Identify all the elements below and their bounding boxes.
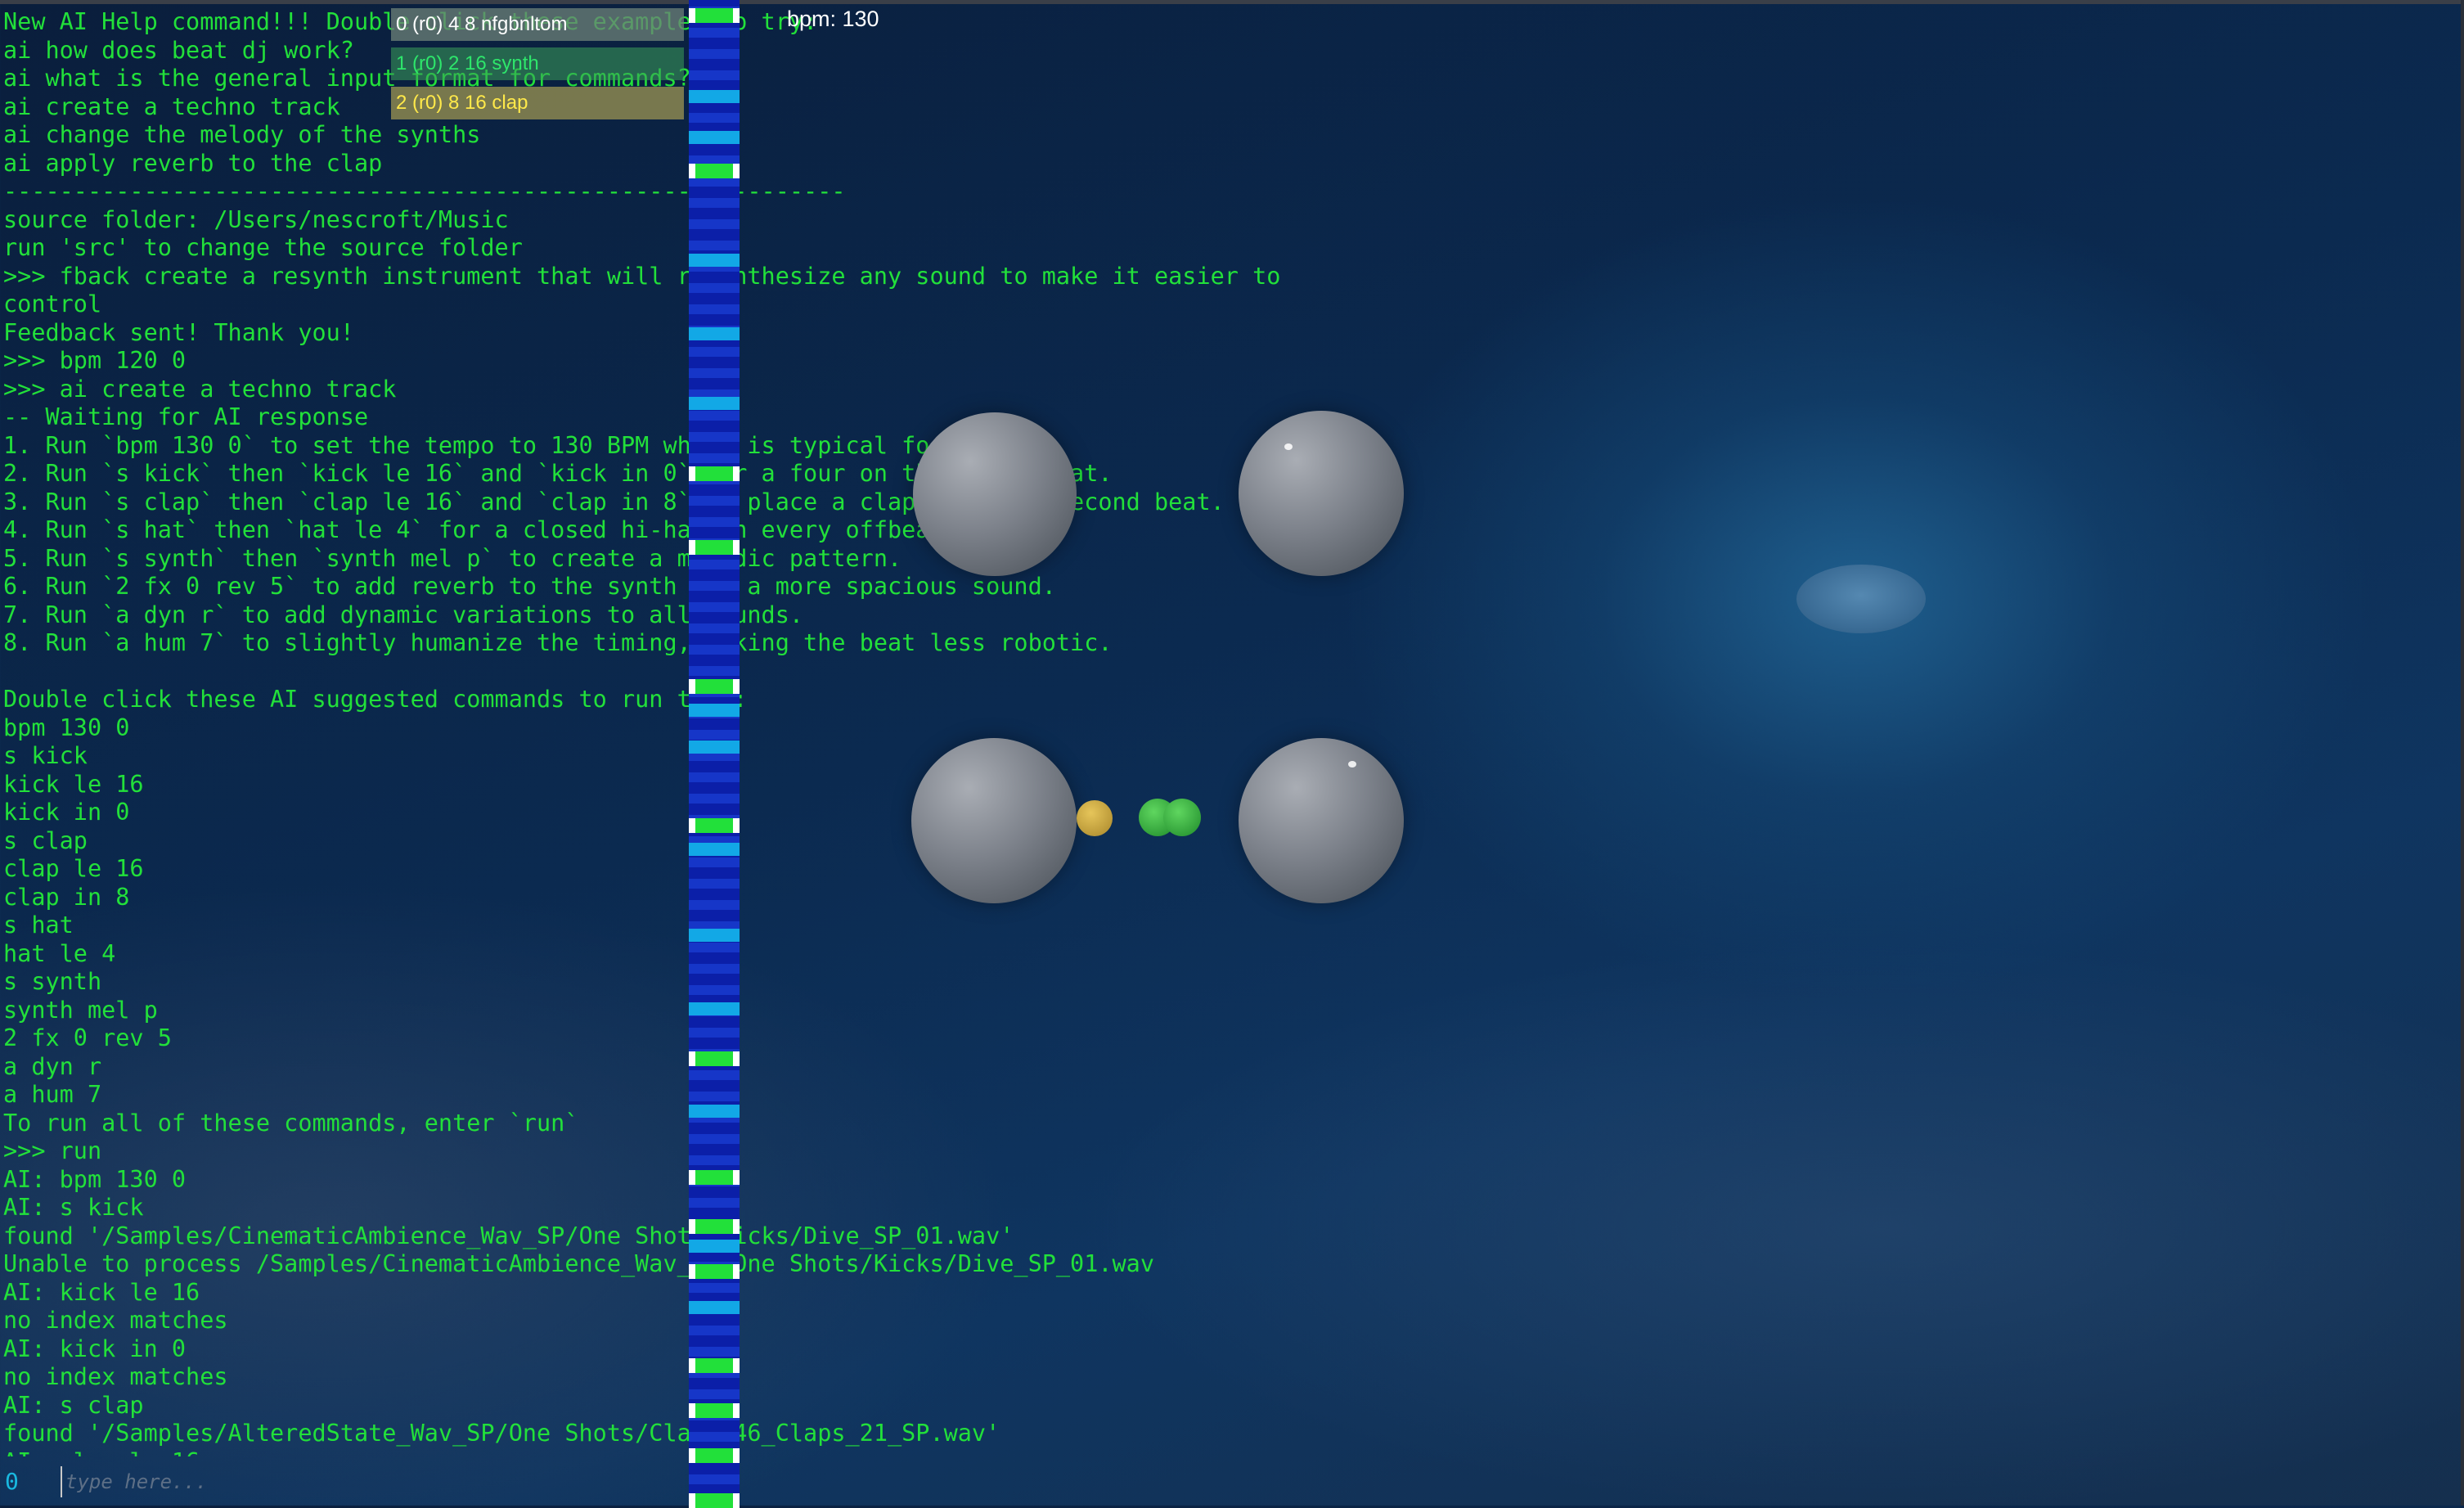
meter-segment (689, 1028, 740, 1038)
yellow-orb (1077, 800, 1113, 836)
meter-segment (689, 1389, 740, 1399)
meter-segment (689, 704, 740, 717)
meter-segment (689, 1219, 740, 1234)
command-input[interactable] (61, 1466, 722, 1497)
meter-segment (689, 900, 740, 910)
meter-segment (689, 540, 740, 555)
meter-segment (689, 623, 740, 633)
meter-segment (689, 679, 740, 694)
meter-segment (689, 1358, 740, 1373)
meter-segment (689, 929, 740, 942)
meter-segment (689, 1301, 740, 1314)
meter-segment (689, 1403, 740, 1418)
meter-segment (689, 1198, 740, 1208)
meter-segment (689, 49, 740, 59)
meter-segment (689, 1170, 740, 1185)
meter-segment (689, 8, 740, 23)
track-item-1[interactable]: 1 (r0) 2 16 synth (391, 47, 684, 80)
green-orb-right (1163, 799, 1201, 836)
track-list: 0 (r0) 4 8 nfgbnltom 1 (r0) 2 16 synth 2… (391, 8, 684, 126)
meter-segment (689, 985, 740, 995)
meter-segment (689, 397, 740, 410)
meter-segment (689, 1326, 740, 1335)
meter-segment (689, 241, 740, 250)
meter-segment (689, 666, 740, 676)
meter-segment (689, 432, 740, 442)
meter-segment (689, 879, 740, 889)
track-item-0[interactable]: 0 (r0) 4 8 nfgbnltom (391, 8, 684, 41)
meter-segment (689, 560, 740, 569)
meter-segment (689, 1134, 740, 1144)
beat-meter (689, 0, 740, 1508)
meter-segment (689, 113, 740, 123)
meter-segment (689, 730, 740, 740)
meter-segment (689, 131, 740, 144)
meter-segment (689, 28, 740, 38)
meter-segment (689, 772, 740, 782)
meter-segment (689, 1070, 740, 1080)
meter-segment (689, 453, 740, 463)
track-item-2[interactable]: 2 (r0) 8 16 clap (391, 87, 684, 119)
meter-segment (689, 90, 740, 103)
command-bar: 0 (0, 1456, 2464, 1506)
meter-segment (689, 347, 740, 357)
meter-segment (689, 164, 740, 178)
line-number: 0 (5, 1468, 19, 1495)
meter-segment (689, 327, 740, 340)
meter-segment (689, 964, 740, 974)
meter-segment (689, 1092, 740, 1101)
meter-segment (689, 466, 740, 481)
meter-segment (689, 70, 740, 80)
meter-segment (689, 843, 740, 856)
meter-segment (689, 1002, 740, 1015)
meter-segment (689, 645, 740, 655)
sphere-bottom-right (1239, 738, 1404, 903)
window-top-border (0, 0, 2464, 4)
meter-segment (689, 1155, 740, 1165)
meter-segment (689, 1105, 740, 1118)
meter-segment (689, 496, 740, 506)
meter-segment (689, 1432, 740, 1442)
meter-segment (689, 1283, 740, 1293)
meter-segment (689, 517, 740, 527)
sphere-bottom-left (911, 738, 1077, 903)
meter-segment (689, 304, 740, 314)
meter-segment (689, 1240, 740, 1253)
window-right-border (2461, 0, 2464, 1506)
meter-segment (689, 1264, 740, 1279)
meter-segment (689, 943, 740, 952)
meter-segment (689, 219, 740, 229)
meter-segment (689, 602, 740, 612)
meter-segment (689, 411, 740, 421)
bpm-indicator: bpm: 130 (787, 7, 879, 31)
meter-segment (689, 581, 740, 591)
meter-segment (689, 198, 740, 208)
moon (1796, 565, 1926, 633)
meter-segment (689, 254, 740, 267)
meter-segment (689, 794, 740, 804)
meter-segment (689, 740, 740, 754)
meter-segment (689, 1051, 740, 1066)
sphere-top-right (1239, 411, 1404, 576)
meter-segment (689, 858, 740, 867)
meter-segment (689, 368, 740, 378)
meter-segment (689, 818, 740, 833)
sphere-top-left (913, 412, 1077, 576)
meter-segment (689, 1347, 740, 1357)
meter-segment (689, 283, 740, 293)
